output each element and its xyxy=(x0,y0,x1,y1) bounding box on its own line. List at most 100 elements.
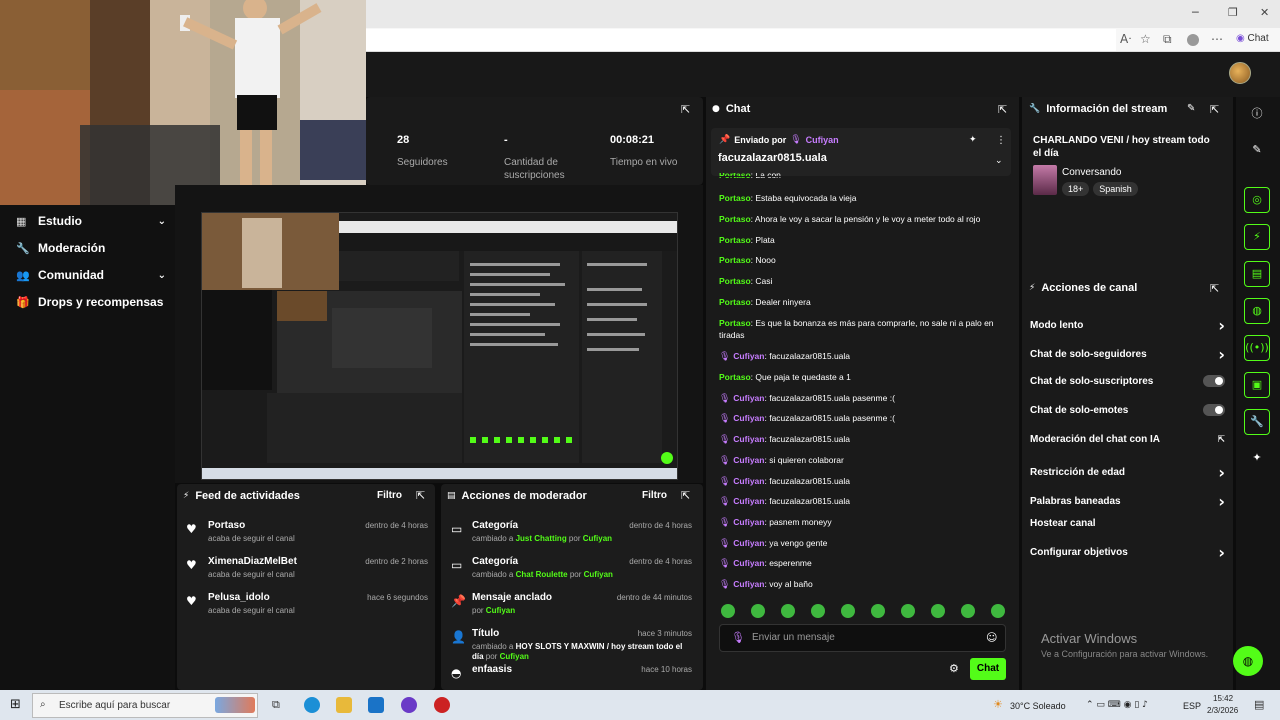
edit-pencil-icon[interactable]: ✎ xyxy=(1187,103,1195,114)
maximize-icon[interactable]: ❐ xyxy=(1228,6,1238,19)
profile-icon[interactable] xyxy=(1187,34,1199,46)
chevron-down-icon[interactable]: ⌄ xyxy=(158,270,166,281)
channel-action[interactable]: Hostear canal xyxy=(1030,518,1225,529)
task-view-icon[interactable]: ⧉ xyxy=(272,698,280,712)
collections-icon[interactable]: ⧉ xyxy=(1163,32,1172,47)
chat-bubble-icon[interactable]: ◍ xyxy=(1244,298,1270,324)
chevron-right-icon[interactable]: › xyxy=(1218,463,1225,482)
unpin-icon[interactable]: ✦ xyxy=(969,135,977,145)
video-icon[interactable]: ▣ xyxy=(1244,372,1270,398)
minimize-icon[interactable]: ─ xyxy=(1192,6,1199,19)
toggle-switch[interactable] xyxy=(1203,404,1225,416)
chat-message[interactable]: Portaso: Nooo xyxy=(719,254,1009,266)
emote-icon[interactable] xyxy=(931,604,945,618)
clock-time[interactable]: 15:42 xyxy=(1213,694,1233,703)
feed-user[interactable]: Portaso xyxy=(208,520,245,531)
notifications-icon[interactable]: ▤ xyxy=(1254,698,1264,711)
chat-message[interactable]: 🎙 Cufiyan: si quieren colaborar xyxy=(719,454,1009,467)
chat-username[interactable]: Portaso xyxy=(719,318,751,328)
chat-username[interactable]: Cufiyan xyxy=(733,496,764,506)
wrench-icon[interactable]: 🔧 xyxy=(1244,409,1270,435)
chevron-right-icon[interactable]: › xyxy=(1218,492,1225,511)
chat-username[interactable]: Portaso xyxy=(719,297,751,307)
channel-action[interactable]: Moderación del chat con IA ⇱ xyxy=(1030,434,1225,445)
emote-icon[interactable] xyxy=(751,604,765,618)
chat-settings-gear-icon[interactable]: ⚙ xyxy=(949,662,959,675)
chat-message[interactable]: Portaso: Plata xyxy=(719,234,1009,246)
channel-action[interactable]: Chat de solo-emotes xyxy=(1030,404,1225,416)
stream-preview[interactable] xyxy=(201,212,678,480)
feed-filter-button[interactable]: Filtro xyxy=(377,490,402,501)
nav-item[interactable]: 👥 Comunidad ⌄ xyxy=(16,268,166,282)
feed-user[interactable]: Pelusa_idolo xyxy=(208,592,270,603)
chevron-right-icon[interactable]: › xyxy=(1218,543,1225,562)
chevron-right-icon[interactable]: › xyxy=(1218,345,1225,364)
avatar[interactable] xyxy=(1229,62,1251,84)
mod-action-user[interactable]: Cufiyan xyxy=(500,652,529,661)
chat-username[interactable]: Cufiyan xyxy=(733,393,764,403)
toggle-switch[interactable] xyxy=(1203,375,1225,387)
read-aloud-icon[interactable]: Aᐧ xyxy=(1120,32,1131,46)
channel-action[interactable]: Chat de solo-suscriptores xyxy=(1030,375,1225,387)
emote-icon[interactable] xyxy=(721,604,735,618)
channel-action[interactable]: Configurar objetivos › xyxy=(1030,543,1225,562)
sparkles-icon[interactable]: ✦ xyxy=(1244,446,1270,472)
kick-fab-button[interactable]: ◍ xyxy=(1233,646,1263,676)
app-icon[interactable] xyxy=(401,697,417,713)
chat-message[interactable]: 🎙 Cufiyan: esperenme xyxy=(719,557,1009,570)
chat-message[interactable]: 🎙 Cufiyan: voy al baño xyxy=(719,578,1009,591)
mod-action-user[interactable]: Cufiyan xyxy=(583,534,612,543)
emote-icon[interactable] xyxy=(841,604,855,618)
chat-message[interactable]: 🎙 Cufiyan: ya vengo gente xyxy=(719,537,1009,550)
recorder-app-icon[interactable] xyxy=(434,697,450,713)
chevron-right-icon[interactable]: › xyxy=(1218,316,1225,335)
chat-message[interactable]: Portaso: Dealer ninyera xyxy=(719,296,1009,308)
file-explorer-icon[interactable] xyxy=(336,697,352,713)
chat-message[interactable]: 🎙 Cufiyan: facuzalazar0815.uala pasenme … xyxy=(719,392,1009,405)
emote-icon[interactable] xyxy=(871,604,885,618)
chat-message[interactable]: Portaso: Casi xyxy=(719,275,1009,287)
chat-username[interactable]: Cufiyan xyxy=(733,579,764,589)
chat-message[interactable]: 🎙 Cufiyan: pasnem moneyy xyxy=(719,516,1009,529)
chat-username[interactable]: Portaso xyxy=(719,235,751,245)
external-link-icon[interactable]: ⇱ xyxy=(1217,435,1225,445)
chat-message[interactable]: 🎙 Cufiyan: facuzalazar0815.uala xyxy=(719,350,1009,363)
channel-action[interactable]: Modo lento › xyxy=(1030,316,1225,335)
copilot-chat-button[interactable]: ◉ Chat xyxy=(1236,33,1269,44)
chat-message[interactable]: 🎙 Cufiyan: facuzalazar0815.uala xyxy=(719,495,1009,508)
popout-icon[interactable]: ⇱ xyxy=(681,489,690,502)
popout-icon[interactable]: ⇱ xyxy=(416,489,425,502)
chat-username[interactable]: Portaso xyxy=(719,276,751,286)
nav-item[interactable]: 🔧 Moderación xyxy=(16,241,166,255)
chat-username[interactable]: Portaso xyxy=(719,193,751,203)
pinned-menu-icon[interactable]: ⋮ xyxy=(996,135,1006,146)
chat-username[interactable]: Cufiyan xyxy=(733,413,764,423)
chat-message[interactable]: Portaso: Que paja te quedaste a 1 xyxy=(719,371,1009,383)
close-icon[interactable]: ✕ xyxy=(1260,6,1269,19)
document-icon[interactable]: ▤ xyxy=(1244,261,1270,287)
emote-icon[interactable] xyxy=(901,604,915,618)
popout-icon[interactable]: ⇱ xyxy=(1210,103,1219,116)
chat-username[interactable]: Portaso xyxy=(719,372,751,382)
chat-message[interactable]: Portaso: Es que la bonanza es más para c… xyxy=(719,317,1009,341)
chevron-down-icon[interactable]: ⌄ xyxy=(158,216,166,227)
emote-icon[interactable] xyxy=(781,604,795,618)
chat-message[interactable]: Portaso: La con xyxy=(719,173,1009,181)
chat-username[interactable]: Cufiyan xyxy=(733,558,764,568)
emote-icon[interactable] xyxy=(991,604,1005,618)
chat-username[interactable]: Portaso xyxy=(719,255,751,265)
mod-action-user[interactable]: Cufiyan xyxy=(486,606,515,615)
address-bar[interactable] xyxy=(366,29,1116,51)
bolt-icon[interactable]: ⚡ xyxy=(1244,224,1270,250)
channel-action[interactable]: Chat de solo-seguidores › xyxy=(1030,345,1225,364)
edge-browser-icon[interactable] xyxy=(304,697,320,713)
emote-icon[interactable] xyxy=(811,604,825,618)
chat-username[interactable]: Cufiyan xyxy=(733,476,764,486)
mod-action-user[interactable]: Cufiyan xyxy=(584,570,613,579)
chat-message[interactable]: Portaso: Estaba equivocada la vieja xyxy=(719,192,1009,204)
mail-icon[interactable] xyxy=(368,697,384,713)
weather-text[interactable]: 30°C Soleado xyxy=(1010,701,1066,711)
chat-username[interactable]: Portaso xyxy=(719,214,751,224)
chat-username[interactable]: Cufiyan xyxy=(733,538,764,548)
chevron-down-icon[interactable]: ⌄ xyxy=(995,156,1003,166)
